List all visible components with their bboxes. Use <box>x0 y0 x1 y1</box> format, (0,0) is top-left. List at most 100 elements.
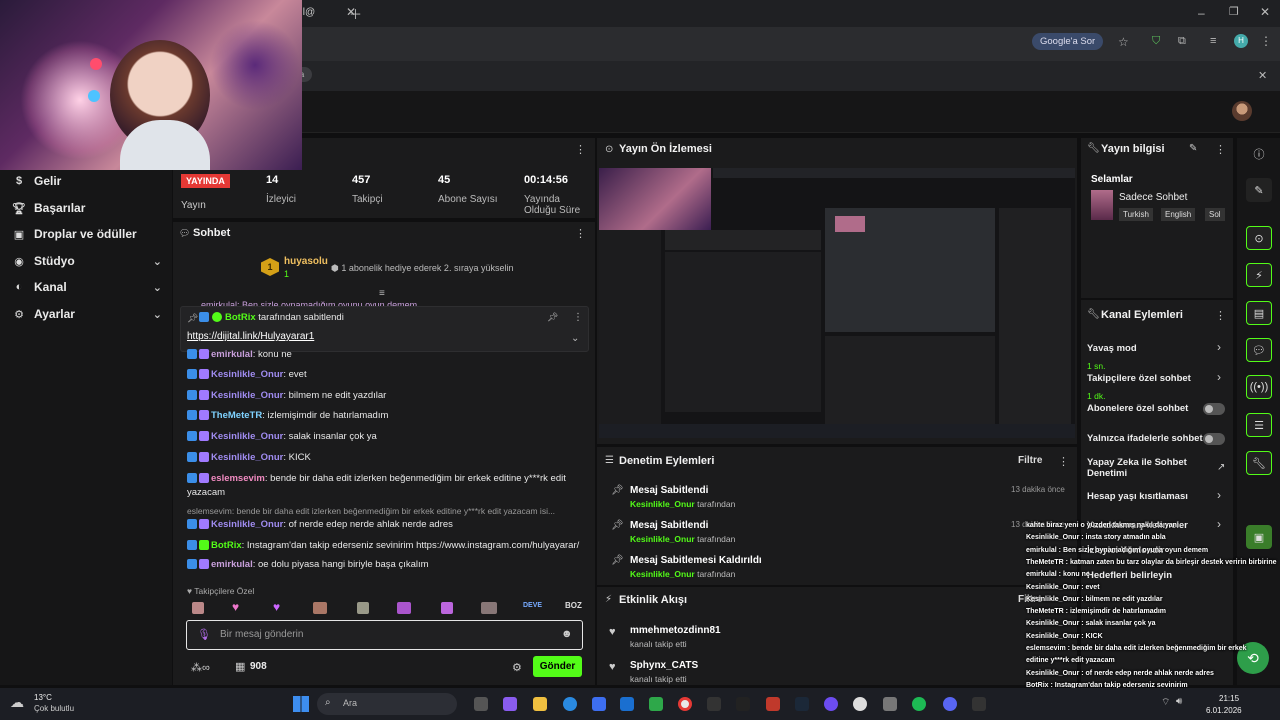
emote[interactable] <box>481 602 497 614</box>
sidebar-item-gelir[interactable]: $ Gelir <box>12 170 162 192</box>
emoji-icon[interactable]: ☻ <box>561 628 573 640</box>
sidebar-item-studyo[interactable]: ◉ Stüdyo ⌄ <box>12 250 162 272</box>
moderation-filter[interactable]: Filtre <box>1018 455 1042 466</box>
notes-toggle-icon[interactable]: ▤ <box>1246 301 1272 325</box>
infobar-close-icon[interactable]: ✕ <box>1258 69 1267 82</box>
preview-toggle-icon[interactable]: ⊙ <box>1246 226 1272 250</box>
chat-username[interactable]: emirkulal <box>211 349 253 360</box>
chat-username[interactable]: Kesinlikle_Onur <box>211 452 283 463</box>
app-icon[interactable] <box>824 697 838 711</box>
send-button[interactable]: Gönder <box>533 656 582 677</box>
category-name[interactable]: Sadece Sohbet <box>1119 192 1187 203</box>
moderation-toggle-icon[interactable]: ☰ <box>1246 413 1272 437</box>
chat-username[interactable]: Kesinlikle_Onur <box>211 519 283 530</box>
emote[interactable]: ♥ <box>232 600 239 614</box>
pinned-link[interactable]: https://dijital.link/Hulyayarar1 <box>187 331 314 342</box>
edit-icon[interactable]: ✎ <box>1246 178 1272 202</box>
steam-icon[interactable] <box>795 697 809 711</box>
taskbar-search[interactable]: ⌕ Ara <box>317 693 457 715</box>
moderation-actor-user[interactable]: Kesinlikle_Onur <box>630 499 695 509</box>
info-icon[interactable]: ⓘ <box>1246 142 1272 166</box>
broadcast-toggle-icon[interactable]: ((•)) <box>1246 375 1272 399</box>
chat-username[interactable]: TheMeteTR <box>211 410 262 421</box>
sidebar-item-basarilar[interactable]: 🏆︎ Başarılar <box>12 197 162 219</box>
activity-user[interactable]: mmehmetozdinn81 <box>630 625 721 636</box>
emote[interactable] <box>397 602 411 614</box>
network-icon[interactable]: ⌔ <box>1161 696 1170 709</box>
moderation-menu-icon[interactable]: ⋮ <box>1058 455 1069 468</box>
sidebar-item-ayarlar[interactable]: ⚙ Ayarlar ⌄ <box>12 303 162 325</box>
emote[interactable] <box>313 602 327 614</box>
tag[interactable]: Turkish <box>1119 208 1153 221</box>
close-window-icon[interactable]: ✕ <box>1260 5 1270 19</box>
chat-input[interactable]: 🎙︎ Bir mesaj gönderin ☻ <box>186 620 583 650</box>
chat-username[interactable]: BotRix <box>211 540 242 551</box>
moderation-item[interactable]: 📌︎ Mesaj Sabitlendi Kesinlikle_Onur tarafı… <box>597 518 1077 550</box>
tag[interactable]: English <box>1161 208 1196 221</box>
shield-icon[interactable]: ⛉ <box>1152 35 1160 48</box>
windows-start-icon[interactable] <box>293 696 309 712</box>
stats-menu-icon[interactable]: ⋮ <box>575 143 586 156</box>
unpin-icon[interactable]: 📌︎ <box>547 312 558 323</box>
new-tab-icon[interactable]: ＋ <box>349 4 362 23</box>
extensions-icon[interactable]: ⧉ <box>1178 35 1186 48</box>
emotes-chat-toggle[interactable] <box>1203 433 1225 445</box>
subs-chat-toggle[interactable] <box>1203 403 1225 415</box>
chat-username[interactable]: emirkulal <box>211 559 253 570</box>
channel-actions-menu-icon[interactable]: ⋮ <box>1215 309 1226 322</box>
chat-username[interactable]: Kesinlikle_Onur <box>211 390 283 401</box>
tools-toggle-icon[interactable]: 🔧︎ <box>1246 451 1272 475</box>
app-icon[interactable] <box>766 697 780 711</box>
bookmark-star-icon[interactable]: ☆ <box>1118 35 1129 49</box>
chat-menu-icon[interactable]: ⋮ <box>575 227 586 240</box>
moderation-item[interactable]: 📌︎ Mesaj Sabitlendi Kesinlikle_Onur tarafı… <box>597 483 1077 515</box>
store-icon[interactable] <box>592 697 606 711</box>
app-icon[interactable] <box>649 697 663 711</box>
moderation-actor-user[interactable]: Kesinlikle_Onur <box>630 534 695 544</box>
stream-preview-video[interactable] <box>599 168 1075 438</box>
edge-icon[interactable] <box>563 697 577 711</box>
weather-icon[interactable]: ☁ <box>10 694 24 711</box>
activity-user[interactable]: Sphynx_CATS <box>630 660 698 671</box>
pinned-menu-icon[interactable]: ⋮ <box>573 312 583 323</box>
sidebar-item-kanal[interactable]: ◐ Kanal ⌄ <box>12 276 162 298</box>
app-icon[interactable] <box>853 697 867 711</box>
chat-username[interactable]: Kesinlikle_Onur <box>211 431 283 442</box>
info-menu-icon[interactable]: ⋮ <box>1215 143 1226 156</box>
user-avatar[interactable] <box>1232 101 1252 121</box>
gift-user[interactable]: huyasolu <box>284 256 328 267</box>
emote[interactable] <box>357 602 369 614</box>
tab-title[interactable]: ıl@ <box>300 7 315 18</box>
ai-moderation-row[interactable]: Yapay Zeka ile Sohbet Denetimi <box>1087 457 1199 479</box>
browser-menu-icon[interactable]: ⋮ <box>1260 34 1272 48</box>
tag[interactable]: Sol <box>1205 208 1225 221</box>
emote[interactable] <box>441 602 453 614</box>
profile-avatar[interactable]: H <box>1234 34 1248 48</box>
chrome-icon[interactable] <box>678 697 692 711</box>
minimize-icon[interactable]: – <box>1198 6 1205 20</box>
spotify-icon[interactable] <box>912 697 926 711</box>
chat-username[interactable]: Kesinlikle_Onur <box>211 369 283 380</box>
emote[interactable] <box>192 602 204 614</box>
age-limit-row[interactable]: Hesap yaşı kısıtlaması <box>1087 491 1227 502</box>
points-icon[interactable]: ⁂∞ <box>191 661 210 674</box>
moderation-item[interactable]: 📌︎ Mesaj Sabitlemesi Kaldırıldı Kesinlikle… <box>597 553 1077 585</box>
collapse-icon[interactable]: ≡ <box>379 288 385 299</box>
activity-toggle-icon[interactable]: ⚡ <box>1246 263 1272 287</box>
app-icon[interactable] <box>736 697 750 711</box>
epic-icon[interactable] <box>707 697 721 711</box>
edit-icon[interactable]: ✎ <box>1189 143 1197 154</box>
emote[interactable]: ♥ <box>273 600 280 614</box>
moderation-actor-user[interactable]: Kesinlikle_Onur <box>630 569 695 579</box>
task-view-icon[interactable] <box>474 697 488 711</box>
maximize-icon[interactable]: ❐ <box>1229 5 1239 18</box>
file-explorer-icon[interactable] <box>533 697 547 711</box>
chat-toggle-icon[interactable]: 💬︎ <box>1246 338 1272 362</box>
app-icon[interactable] <box>883 697 897 711</box>
outlook-icon[interactable] <box>620 697 634 711</box>
epic-icon[interactable] <box>972 697 986 711</box>
chat-settings-icon[interactable]: ⚙ <box>512 661 522 674</box>
emote-deve[interactable]: DEVE <box>523 602 542 609</box>
google-ask-button[interactable]: Google'a Sor <box>1032 33 1104 50</box>
emote-boz[interactable]: BOZ <box>565 601 582 610</box>
